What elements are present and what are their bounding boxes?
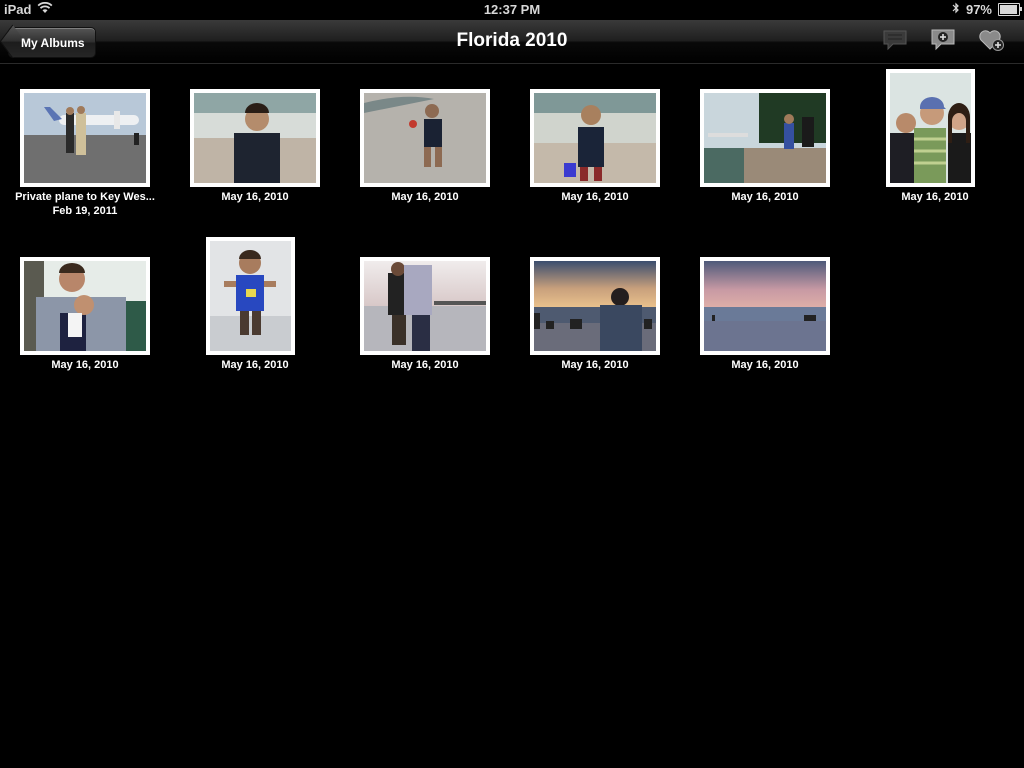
bluetooth-icon [952,2,960,17]
photo-thumbnail[interactable] [20,89,150,187]
status-right: 97% [952,2,1022,17]
photo-thumbnail[interactable] [886,69,975,187]
photo-date: May 16, 2010 [901,191,969,203]
photo-thumbnail[interactable] [700,257,830,355]
photo-date: May 16, 2010 [731,191,799,203]
photo-date: May 16, 2010 [391,359,459,371]
photo-thumbnail[interactable] [190,89,320,187]
album-title: Florida 2010 [456,30,568,51]
photo-date: May 16, 2010 [221,359,289,371]
my-albums-back-button[interactable]: My Albums [8,27,96,58]
battery-icon [998,3,1022,16]
status-bar: iPad 12:37 PM 97% [0,0,1024,20]
photo-thumbnail[interactable] [700,89,830,187]
add-favorite-icon[interactable] [978,27,1006,53]
photo-title: Private plane to Key Wes... [15,191,155,203]
photo-date: May 16, 2010 [51,359,119,371]
photo-date: May 16, 2010 [731,359,799,371]
comment-icon[interactable] [882,29,908,51]
photo-thumbnail[interactable] [20,257,150,355]
photo-thumbnail[interactable] [360,89,490,187]
photo-date: May 16, 2010 [561,359,629,371]
photo-thumbnail[interactable] [360,257,490,355]
add-comment-icon[interactable] [930,28,956,52]
photo-date: May 16, 2010 [561,191,629,203]
photo-date: Feb 19, 2011 [52,205,118,217]
photo-thumbnail[interactable] [530,257,660,355]
photo-thumbnail[interactable] [206,237,295,355]
photo-grid: Private plane to Key Wes... Feb 19, 2011… [0,64,1024,768]
photo-thumbnail[interactable] [530,89,660,187]
photo-date: May 16, 2010 [391,191,459,203]
status-time: 12:37 PM [483,2,541,17]
nav-actions [882,27,1006,53]
photo-date: May 16, 2010 [221,191,289,203]
battery-percent: 97% [965,2,992,17]
